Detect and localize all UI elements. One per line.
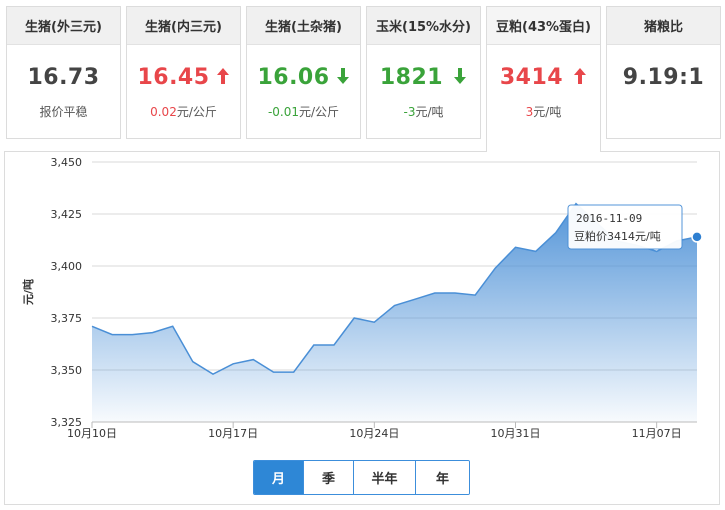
y-tick-label: 3,350: [51, 364, 83, 377]
card-price: 16.06: [247, 65, 360, 90]
tooltip-value: 3414: [607, 230, 635, 243]
card-sub: -0.01元/公斤: [267, 105, 340, 119]
card-sub: 3元/吨: [525, 105, 562, 119]
card-price: 1821: [367, 65, 480, 90]
card-pig-inner[interactable]: 生猪(内三元) 16.45 0.02元/公斤: [126, 6, 241, 139]
card-title: 生猪(内三元): [127, 7, 240, 45]
card-price: 16.45: [127, 65, 240, 90]
x-tick-label: 10月10日: [67, 427, 117, 440]
card-price: 3414: [487, 65, 600, 90]
range-tabs: 月 季 半年 年: [253, 460, 470, 495]
arrow-down-icon: [454, 68, 467, 84]
y-tick-label: 3,425: [51, 208, 83, 221]
x-tick-label: 10月31日: [491, 427, 541, 440]
card-price: 16.73: [27, 65, 100, 90]
tab-year[interactable]: 年: [416, 461, 469, 494]
arrow-up-icon: [216, 68, 229, 84]
card-title: 玉米(15%水分): [367, 7, 480, 45]
card-sub: 报价平稳: [39, 105, 88, 119]
card-sub: 0.02元/公斤: [150, 105, 217, 119]
arrow-down-icon: [336, 68, 349, 84]
card-price: 9.19:1: [622, 65, 705, 90]
x-tick-label: 10月24日: [349, 427, 399, 440]
tooltip-value-line: 豆粕价3414元/吨: [574, 229, 661, 243]
card-pig-outer[interactable]: 生猪(外三元) 16.73 报价平稳: [6, 6, 121, 139]
card-corn[interactable]: 玉米(15%水分) 1821 -3元/吨: [366, 6, 481, 139]
y-tick-label: 3,400: [51, 260, 83, 273]
highlighted-point[interactable]: [691, 231, 703, 243]
card-title: 豆粕(43%蛋白): [487, 7, 600, 45]
tooltip-date: 2016-11-09: [576, 212, 642, 225]
tab-half-year[interactable]: 半年: [354, 461, 416, 494]
y-tick-label: 3,450: [51, 156, 83, 169]
y-tick-label: 3,375: [51, 312, 83, 325]
y-axis-label: 元/吨: [21, 279, 35, 305]
card-title: 猪粮比: [607, 7, 720, 45]
card-title: 生猪(土杂猪): [247, 7, 360, 45]
chart-panel: 3,325 3,350 3,375 3,400 3,425 3,450 10月10日 10月1…: [4, 151, 720, 505]
price-cards: 生猪(外三元) 16.73 报价平稳 生猪(内三元) 16.45 0.02元/公…: [0, 0, 725, 152]
arrow-up-icon: [574, 68, 587, 84]
x-tick-label: 11月07日: [632, 427, 682, 440]
tooltip: 2016-11-09 豆粕价3414元/吨: [567, 204, 683, 250]
price-chart: 3,3253,3503,3753,4003,4253,45010月10日 10月1…: [21, 156, 703, 440]
x-tick-label: 10月17日: [208, 427, 258, 440]
tooltip-unit: 元/吨: [635, 230, 661, 243]
card-soymeal[interactable]: 豆粕(43%蛋白) 3414 3元/吨: [486, 6, 601, 152]
card-title: 生猪(外三元): [7, 7, 120, 45]
card-pig-local[interactable]: 生猪(土杂猪) 16.06 -0.01元/公斤: [246, 6, 361, 139]
tab-month[interactable]: 月: [254, 461, 304, 494]
card-pig-grain-ratio[interactable]: 猪粮比 9.19:1: [606, 6, 721, 139]
card-sub: -3元/吨: [403, 105, 444, 119]
tooltip-label: 豆粕价: [574, 229, 607, 243]
tab-quarter[interactable]: 季: [304, 461, 354, 494]
